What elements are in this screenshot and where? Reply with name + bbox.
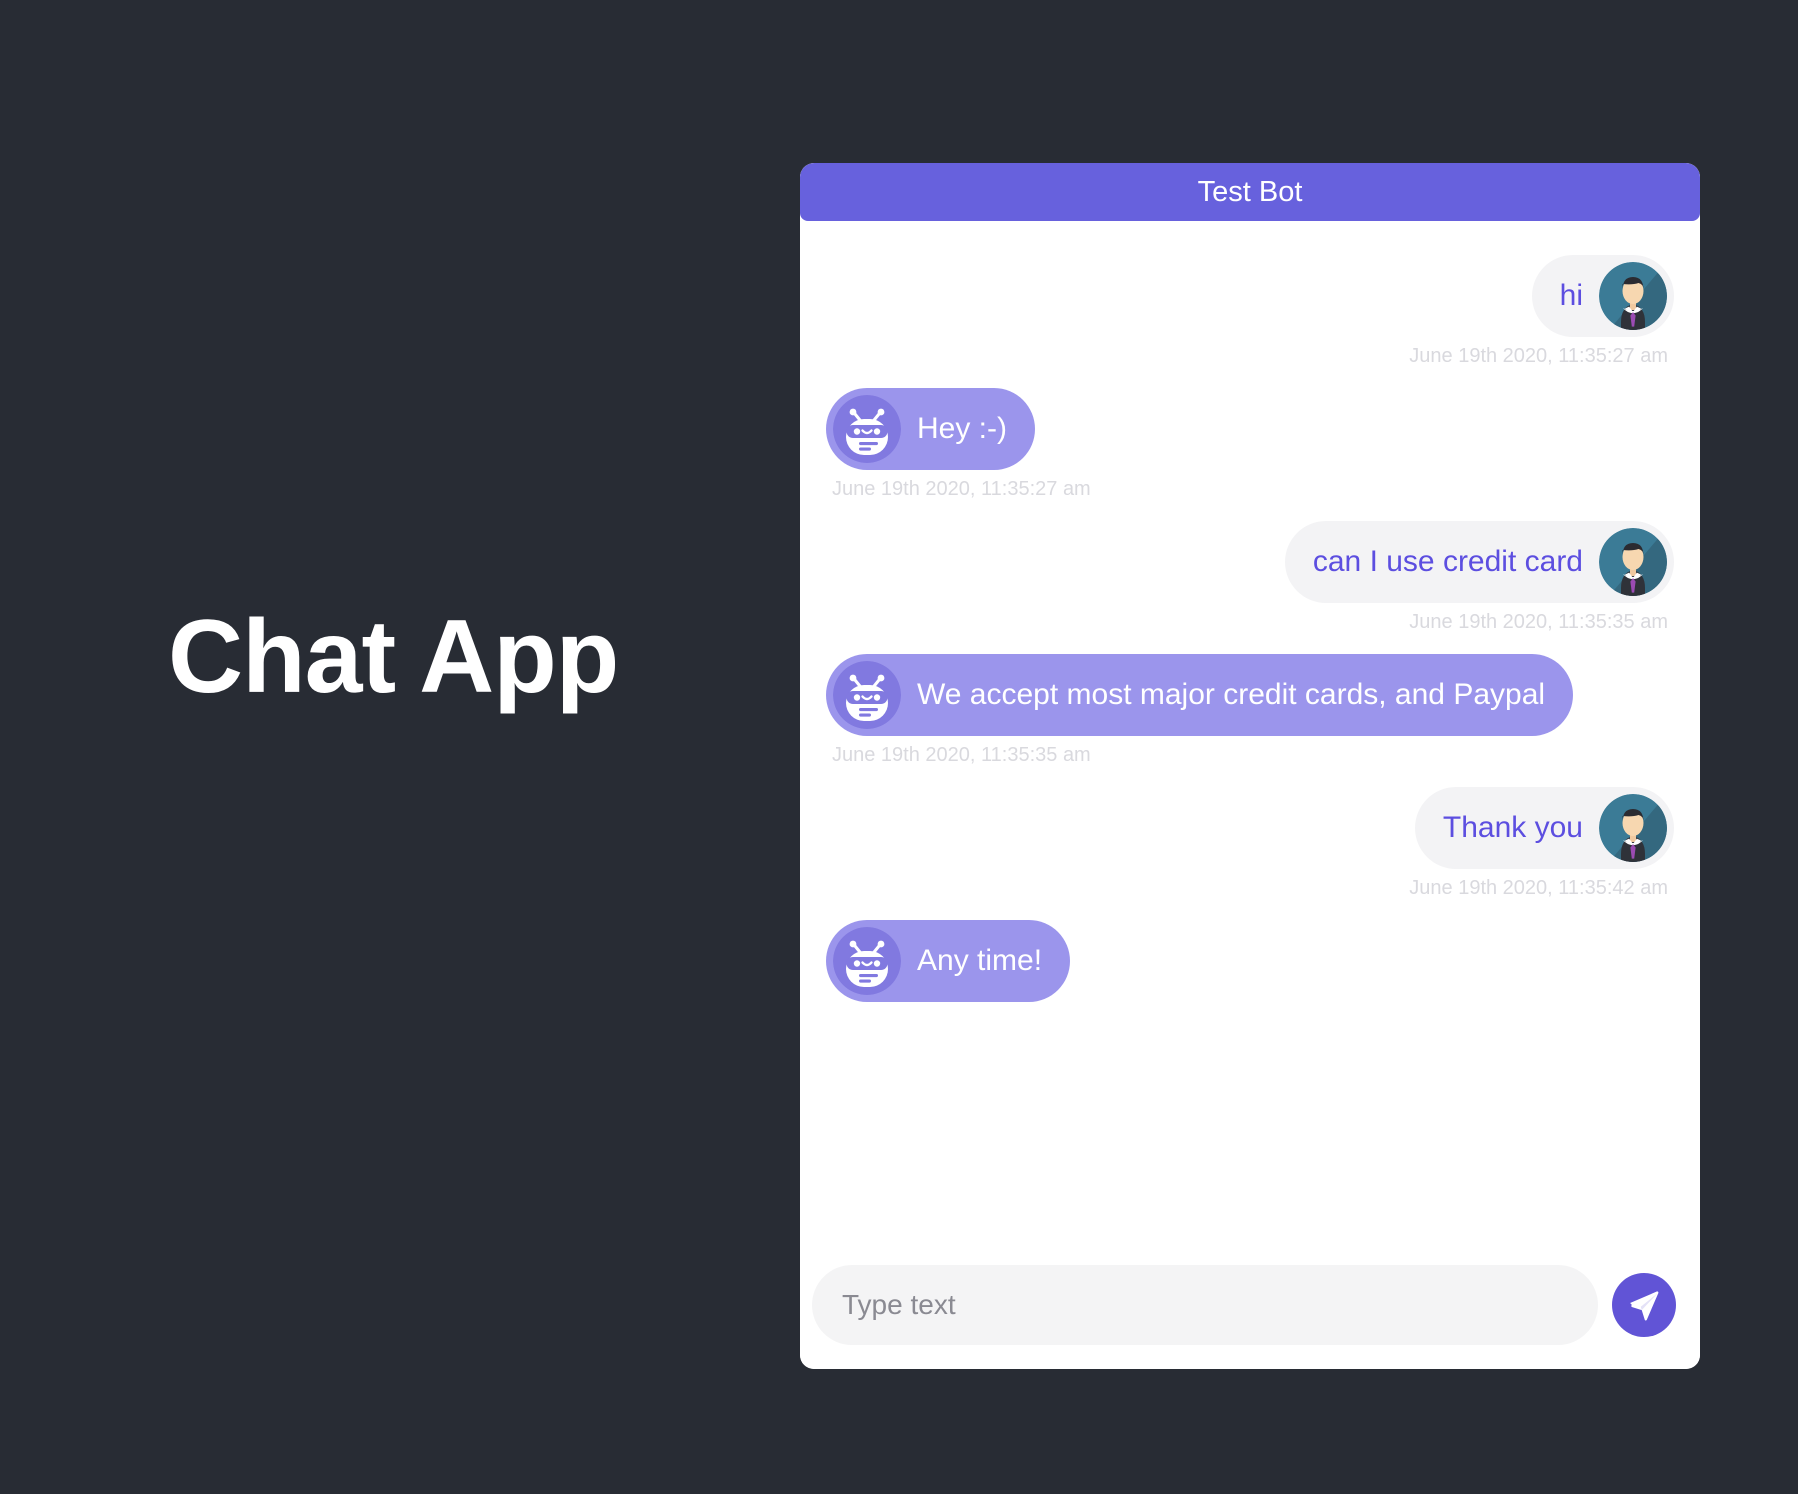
bot-avatar-robot: [833, 395, 901, 463]
message-row-bot: Any time!: [826, 920, 1674, 1002]
user-avatar-businessman: [1599, 794, 1667, 862]
message-bubble-bot[interactable]: Hey :-): [826, 388, 1035, 470]
chat-widget: Test Bot hi June 19th 2020, 11:35:27 am: [800, 163, 1700, 1369]
message-text: Any time!: [917, 944, 1043, 978]
page-title: Chat App: [168, 599, 619, 715]
message-timestamp: June 19th 2020, 11:35:27 am: [832, 478, 1091, 500]
user-avatar-businessman: [1599, 262, 1667, 330]
message-text: hi: [1559, 279, 1583, 313]
message-timestamp: June 19th 2020, 11:35:42 am: [1409, 877, 1668, 899]
chat-header: Test Bot: [800, 163, 1700, 221]
message-text: can I use credit card: [1312, 545, 1583, 579]
user-avatar-businessman: [1599, 528, 1667, 596]
message-timestamp: June 19th 2020, 11:35:35 am: [1409, 611, 1668, 633]
message-row-bot: We accept most major credit cards, and P…: [826, 654, 1674, 767]
chat-header-title: Test Bot: [1197, 175, 1303, 208]
message-timestamp: June 19th 2020, 11:35:35 am: [832, 744, 1091, 766]
message-row-user: hi June 19th 2020, 11:35:27 am: [826, 255, 1674, 368]
message-row-user: can I use credit card June 19th 2020, 11…: [826, 521, 1674, 634]
message-timestamp: June 19th 2020, 11:35:27 am: [1409, 345, 1668, 367]
message-text: Thank you: [1442, 811, 1583, 845]
send-button[interactable]: [1612, 1273, 1676, 1337]
composer: [800, 1251, 1700, 1369]
message-text: Hey :-): [917, 412, 1007, 446]
message-input[interactable]: [812, 1265, 1598, 1345]
message-row-user: Thank you June 19th 2020, 11:35:42 am: [826, 787, 1674, 900]
message-text: We accept most major credit cards, and P…: [917, 678, 1546, 712]
bot-avatar-robot: [833, 661, 901, 729]
send-paper-plane-icon: [1627, 1287, 1661, 1324]
message-bubble-bot[interactable]: We accept most major credit cards, and P…: [826, 654, 1574, 736]
message-bubble-user[interactable]: can I use credit card: [1284, 521, 1674, 603]
page-background: Chat App Test Bot hi June 19th 2020, 11:…: [0, 0, 1798, 1494]
message-bubble-user[interactable]: Thank you: [1414, 787, 1674, 869]
message-list[interactable]: hi June 19th 2020, 11:35:27 am Hey :-) Ju…: [800, 221, 1700, 1251]
message-bubble-user[interactable]: hi: [1531, 255, 1674, 337]
message-bubble-bot[interactable]: Any time!: [826, 920, 1071, 1002]
message-row-bot: Hey :-) June 19th 2020, 11:35:27 am: [826, 388, 1674, 501]
bot-avatar-robot: [833, 927, 901, 995]
